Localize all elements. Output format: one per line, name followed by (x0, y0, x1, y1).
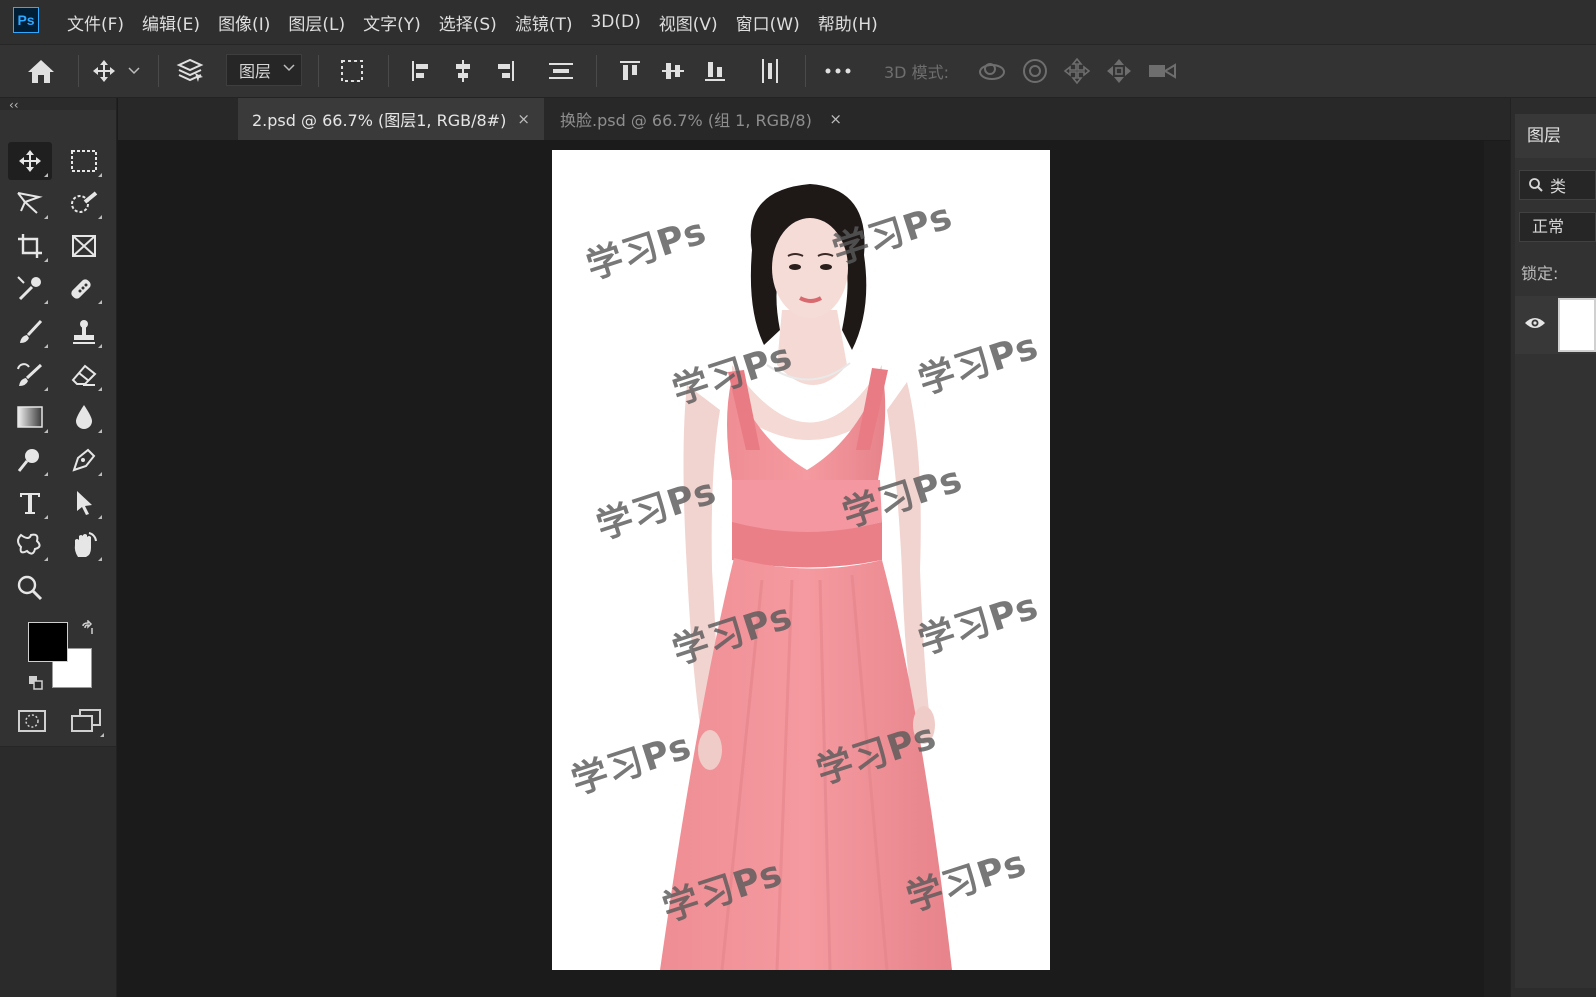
align-hcenter-icon[interactable] (445, 53, 481, 89)
options-bar: 图层 3D 模式: (0, 45, 1596, 98)
dodge-tool-icon[interactable] (8, 441, 52, 479)
blend-mode-dropdown[interactable]: 正常 (1519, 212, 1596, 242)
screen-mode-icon[interactable] (64, 702, 108, 740)
layer-stack-icon[interactable] (172, 53, 208, 89)
align-top-icon[interactable] (612, 53, 648, 89)
camera-3d-icon[interactable] (1144, 53, 1180, 89)
menu-list: 文件(F) 编辑(E) 图像(I) 图层(L) 文字(Y) 选择(S) 滤镜(T… (58, 0, 887, 44)
document-canvas[interactable]: 学习Ps 学习Ps 学习Ps 学习Ps 学习Ps 学习Ps 学习Ps 学习Ps … (552, 150, 1050, 970)
canvas-scroll-gutter (1484, 141, 1510, 997)
menu-3d[interactable]: 3D(D) (590, 12, 640, 32)
align-vcenter-icon[interactable] (655, 53, 691, 89)
document-tab-active[interactable]: 2.psd @ 66.7% (图层1, RGB/8#) × (238, 98, 544, 140)
menu-edit[interactable]: 编辑(E) (142, 10, 200, 35)
menu-type[interactable]: 文字(Y) (363, 10, 421, 35)
photoshop-logo-icon[interactable]: Ps (13, 7, 39, 33)
default-colors-icon[interactable] (28, 675, 44, 695)
type-tool-icon[interactable] (8, 484, 52, 522)
menu-select[interactable]: 选择(S) (439, 10, 497, 35)
layer-filter-dropdown[interactable]: 类 (1519, 170, 1596, 200)
gradient-tool-icon[interactable] (8, 398, 52, 436)
slide-3d-icon[interactable] (1101, 53, 1137, 89)
document-tab-strip: 2.psd @ 66.7% (图层1, RGB/8#) × 换脸.psd @ 6… (118, 98, 1510, 140)
menu-filter[interactable]: 滤镜(T) (515, 10, 573, 35)
menu-window[interactable]: 窗口(W) (736, 10, 800, 35)
healing-brush-tool-icon[interactable] (62, 269, 106, 307)
lock-label: 锁定: (1521, 264, 1559, 283)
eraser-tool-icon[interactable] (62, 356, 106, 394)
lasso-tool-icon[interactable] (8, 184, 52, 222)
document-tab-label: 换脸.psd @ 66.7% (组 1, RGB/8) (560, 111, 812, 130)
chevron-down-icon (283, 64, 295, 72)
quick-mask-icon[interactable] (10, 702, 54, 740)
crop-tool-icon[interactable] (8, 227, 52, 265)
orbit-3d-icon[interactable] (974, 53, 1010, 89)
custom-shape-tool-icon[interactable] (8, 526, 52, 564)
menu-view[interactable]: 视图(V) (659, 10, 718, 35)
layers-panel-tab[interactable]: 图层 (1515, 114, 1596, 158)
close-tab-icon[interactable]: × (517, 110, 530, 128)
foreground-color-swatch[interactable] (28, 622, 68, 662)
path-selection-tool-icon[interactable] (62, 484, 106, 522)
auto-select-target-dropdown[interactable]: 图层 (226, 54, 302, 86)
align-left-icon[interactable] (403, 53, 439, 89)
align-right-icon[interactable] (487, 53, 523, 89)
document-tab-inactive[interactable]: 换脸.psd @ 66.7% (组 1, RGB/8) × (546, 98, 856, 140)
rectangular-marquee-tool-icon[interactable] (62, 142, 106, 180)
history-brush-tool-icon[interactable] (8, 356, 52, 394)
eye-visibility-icon[interactable] (1524, 315, 1546, 335)
roll-3d-icon[interactable] (1017, 53, 1053, 89)
move-tool-icon[interactable] (8, 142, 52, 180)
menu-image[interactable]: 图像(I) (218, 10, 270, 35)
swap-colors-icon[interactable] (80, 619, 96, 640)
auto-select-target-value: 图层 (239, 62, 272, 81)
quick-selection-tool-icon[interactable] (62, 184, 106, 222)
brush-tool-icon[interactable] (8, 313, 52, 351)
chevron-down-icon[interactable] (122, 53, 146, 89)
align-bottom-icon[interactable] (697, 53, 733, 89)
home-icon[interactable] (23, 53, 59, 89)
layer-thumbnail[interactable] (1558, 298, 1596, 352)
eyedropper-tool-icon[interactable] (8, 269, 52, 307)
mode-3d-label: 3D 模式: (884, 63, 949, 82)
search-icon (1529, 178, 1543, 192)
layer-filter-label: 类 (1550, 177, 1567, 196)
hand-tool-icon[interactable] (62, 526, 106, 564)
menu-layer[interactable]: 图层(L) (288, 10, 345, 35)
document-tab-label: 2.psd @ 66.7% (图层1, RGB/8#) (252, 111, 507, 130)
frame-tool-icon[interactable] (62, 227, 106, 265)
menu-file[interactable]: 文件(F) (67, 10, 124, 35)
pan-3d-icon[interactable] (1059, 53, 1095, 89)
blur-tool-icon[interactable] (62, 398, 106, 436)
close-tab-icon[interactable]: × (829, 110, 842, 128)
more-icon[interactable] (820, 53, 856, 89)
menu-help[interactable]: 帮助(H) (818, 10, 878, 35)
pen-tool-icon[interactable] (62, 441, 106, 479)
move-icon[interactable] (86, 53, 122, 89)
clone-stamp-tool-icon[interactable] (62, 313, 106, 351)
transform-controls-icon[interactable] (334, 53, 370, 89)
distribute-vertical-icon[interactable] (543, 53, 579, 89)
distribute-horizontal-icon[interactable] (752, 53, 788, 89)
zoom-tool-icon[interactable] (8, 569, 52, 607)
